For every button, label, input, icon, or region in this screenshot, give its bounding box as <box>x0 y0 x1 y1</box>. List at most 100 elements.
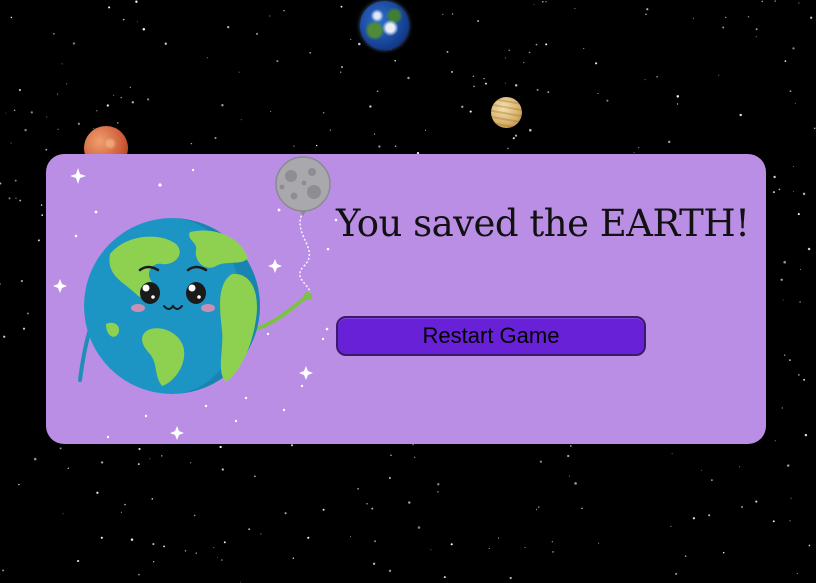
star <box>412 444 414 446</box>
star <box>747 16 750 18</box>
star <box>535 43 538 46</box>
star <box>164 42 167 45</box>
star <box>807 247 811 251</box>
star <box>514 84 518 87</box>
star <box>667 140 671 144</box>
star <box>152 543 155 546</box>
star <box>451 70 453 73</box>
star <box>539 460 543 463</box>
star <box>357 487 359 490</box>
star <box>0 283 1 285</box>
star <box>394 145 397 147</box>
star <box>120 96 122 99</box>
star <box>692 17 694 19</box>
restart-game-button[interactable]: Restart Game <box>336 316 646 356</box>
star <box>469 110 472 113</box>
star <box>545 43 548 46</box>
star <box>62 513 64 515</box>
star <box>789 359 791 361</box>
earth-planet-icon <box>360 1 409 50</box>
star <box>676 95 680 98</box>
star <box>488 547 490 549</box>
star <box>407 76 410 80</box>
star <box>18 483 20 486</box>
star <box>284 512 287 515</box>
star <box>597 92 599 94</box>
star <box>129 86 131 89</box>
star <box>808 544 811 547</box>
star <box>59 447 62 450</box>
star <box>67 467 70 470</box>
star <box>14 179 17 182</box>
star <box>221 468 224 471</box>
star <box>190 142 193 145</box>
star <box>8 197 11 200</box>
star <box>214 136 217 140</box>
star <box>774 440 776 442</box>
win-dialog: You saved the EARTH! Restart Game <box>46 154 766 444</box>
star <box>41 214 44 216</box>
star <box>100 536 103 539</box>
star <box>255 32 259 35</box>
star <box>131 101 134 104</box>
star <box>163 545 166 548</box>
star <box>372 562 376 565</box>
star <box>161 455 163 457</box>
star <box>19 199 22 202</box>
star <box>151 498 154 500</box>
star <box>149 458 151 460</box>
star <box>190 462 192 464</box>
star <box>147 98 150 101</box>
star <box>18 88 21 92</box>
star <box>671 452 673 454</box>
star <box>254 475 256 478</box>
star <box>514 134 518 137</box>
star <box>269 15 271 17</box>
star <box>793 166 794 167</box>
star <box>238 71 240 73</box>
star <box>138 573 140 576</box>
star <box>507 147 509 150</box>
star <box>547 91 550 93</box>
star <box>798 374 800 376</box>
star <box>794 103 796 105</box>
star <box>477 20 479 22</box>
star <box>430 549 432 551</box>
star <box>708 514 711 517</box>
star <box>739 466 740 468</box>
star <box>96 110 98 112</box>
star <box>583 48 585 49</box>
star <box>755 28 758 31</box>
star <box>505 57 507 59</box>
star <box>108 6 111 9</box>
star <box>371 507 374 510</box>
star <box>2 569 5 572</box>
star <box>329 129 332 131</box>
venus-planet-icon <box>491 97 522 128</box>
star <box>373 133 376 135</box>
star <box>755 500 758 503</box>
star <box>120 511 122 513</box>
star <box>523 62 525 64</box>
star <box>61 63 63 65</box>
star <box>394 59 397 62</box>
star <box>782 299 784 301</box>
star <box>248 528 251 531</box>
star <box>221 559 223 561</box>
star <box>77 122 81 125</box>
star <box>309 51 312 54</box>
star <box>789 520 791 522</box>
star <box>322 111 325 114</box>
star <box>442 13 444 15</box>
star <box>322 508 325 511</box>
star <box>3 335 6 338</box>
star <box>644 79 646 81</box>
star <box>106 104 109 107</box>
star <box>800 268 802 270</box>
star <box>569 445 572 447</box>
star <box>799 301 801 303</box>
star <box>100 461 104 464</box>
star <box>206 57 208 59</box>
star <box>443 576 446 579</box>
star <box>116 121 119 124</box>
